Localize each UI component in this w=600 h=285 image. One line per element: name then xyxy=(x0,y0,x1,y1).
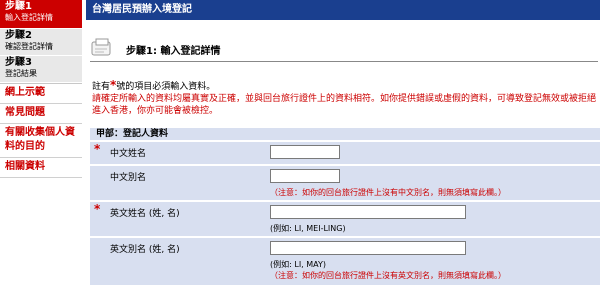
link-personal-data-purpose[interactable]: 有關收集個人資料的目的 xyxy=(0,124,82,158)
required-note-prefix: 註有 xyxy=(92,82,111,92)
form-icon xyxy=(91,38,111,56)
english-alias-note: （注意：如你的回台旅行證件上沒有英文別名，則無須填寫此欄。） xyxy=(270,271,506,280)
step-2-title: 步驟2 xyxy=(5,30,32,41)
step-1-title: 步驟1 xyxy=(5,1,32,12)
chinese-alias-input[interactable] xyxy=(270,169,340,183)
step-1-subtitle: 輸入登記詳情 xyxy=(5,13,53,22)
main-content: 台灣居民預辦入境登記 步驟1: 輸入登記詳情 註有*號的項目必須輸入資料。 請確… xyxy=(86,0,600,285)
step-2-subtitle: 確認登記詳情 xyxy=(5,42,53,51)
link-online-demo[interactable]: 網上示範 xyxy=(0,84,82,104)
chinese-name-label: 中文姓名 xyxy=(110,149,147,159)
english-alias-input[interactable] xyxy=(270,241,466,255)
step-3-item[interactable]: 步驟3 登記結果 xyxy=(0,56,82,83)
step-3-title: 步驟3 xyxy=(5,57,32,68)
step-header-title: 步驟1: 輸入登記詳情 xyxy=(126,46,221,57)
sidebar-links: 網上示範 常見問題 有關收集個人資料的目的 相關資料 xyxy=(0,83,82,178)
english-name-label: 英文姓名 (姓, 名) xyxy=(110,209,180,219)
chinese-alias-hint: （注意：如你的回台旅行證件上沒有中文別名，則無須填寫此欄。） xyxy=(270,188,506,197)
english-name-input[interactable] xyxy=(270,205,466,219)
required-marker: * xyxy=(94,202,101,216)
step-2-item[interactable]: 步驟2 確認登記詳情 xyxy=(0,29,82,56)
form-row-english-name: * 英文姓名 (姓, 名) (例如: LI, MEI-LING) xyxy=(90,202,600,236)
english-alias-hint: (例如: LI, MAY) xyxy=(270,260,327,269)
step-3-subtitle: 登記結果 xyxy=(5,69,37,78)
form-row-chinese-alias: 中文別名 （注意：如你的回台旅行證件上沒有中文別名，則無須填寫此欄。） xyxy=(90,166,600,200)
sidebar: 步驟1 輸入登記詳情 步驟2 確認登記詳情 步驟3 登記結果 網上示範 常見問題… xyxy=(0,0,82,285)
link-faq[interactable]: 常見問題 xyxy=(0,104,82,124)
warning-text: 請確定所輸入的資料均屬真實及正確，並與回台旅行證件上的資料相符。如你提供錯誤或虛… xyxy=(92,94,597,116)
header-divider xyxy=(90,61,598,62)
chinese-alias-label: 中文別名 xyxy=(110,173,147,183)
required-marker: * xyxy=(94,142,101,156)
english-name-hint: (例如: LI, MEI-LING) xyxy=(270,224,346,233)
instructions: 註有*號的項目必須輸入資料。 請確定所輸入的資料均屬真實及正確，並與回台旅行證件… xyxy=(92,79,598,117)
link-related-info[interactable]: 相關資料 xyxy=(0,158,82,178)
required-note-suffix: 號的項目必須輸入資料。 xyxy=(116,82,216,92)
step-header: 步驟1: 輸入登記詳情 xyxy=(90,38,598,62)
chinese-name-input[interactable] xyxy=(270,145,340,159)
page-banner: 台灣居民預辦入境登記 xyxy=(86,0,600,20)
form-row-english-alias: 英文別名 (姓, 名) (例如: LI, MAY) （注意：如你的回台旅行證件上… xyxy=(90,238,600,285)
form-row-chinese-name: * 中文姓名 xyxy=(90,142,600,164)
section-heading: 甲部：登記人資料 xyxy=(90,128,600,140)
required-note: 註有*號的項目必須輸入資料。 xyxy=(92,79,598,93)
step-1-item[interactable]: 步驟1 輸入登記詳情 xyxy=(0,0,82,29)
english-alias-label: 英文別名 (姓, 名) xyxy=(110,245,180,255)
